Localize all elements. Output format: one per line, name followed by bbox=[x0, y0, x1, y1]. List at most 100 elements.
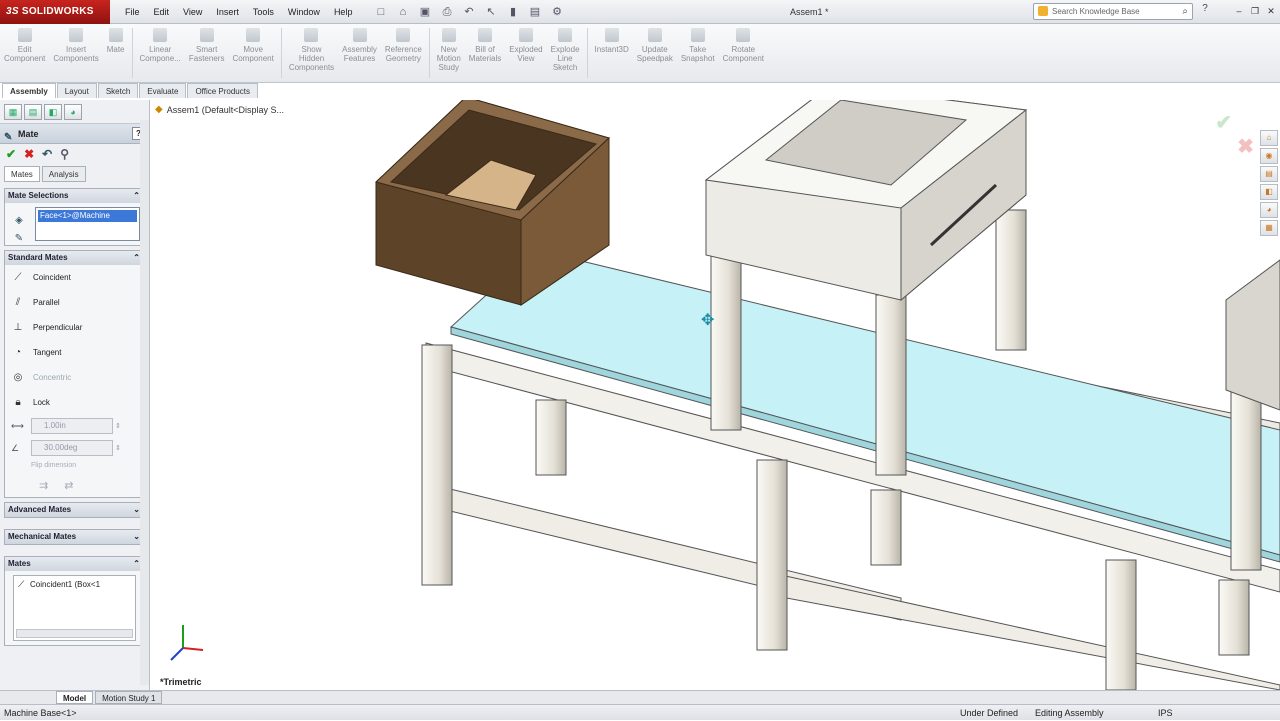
menu-file[interactable]: File bbox=[118, 0, 147, 24]
edit-appearance-icon[interactable]: ◍ bbox=[729, 100, 743, 101]
feature-manager-tab-icon[interactable]: ▦ bbox=[4, 104, 22, 120]
appearances-icon[interactable]: ◕ bbox=[1260, 202, 1278, 218]
mate-parallel[interactable]: ⫽ Parallel bbox=[5, 290, 144, 315]
previous-view-icon[interactable]: ↺ bbox=[634, 100, 648, 101]
aligned-icon[interactable]: ⇉ bbox=[39, 479, 48, 492]
mate-perpendicular[interactable]: ⊥ Perpendicular bbox=[5, 315, 144, 340]
command-rotate-component[interactable]: Rotate Component bbox=[719, 28, 768, 63]
undo-mate-icon[interactable]: ↶ bbox=[42, 147, 52, 161]
search-icon[interactable]: ⌕ bbox=[1182, 4, 1188, 19]
horizontal-scrollbar[interactable] bbox=[16, 629, 133, 638]
tab-motion-study[interactable]: Motion Study 1 bbox=[95, 691, 163, 704]
graphics-area[interactable]: ✥ ◆ Assem1 (Default<Display S... ⊕ ⊙ ↺ ◩ ◈ ◧ ◉… bbox=[151, 100, 1280, 690]
panel-scrollbar[interactable] bbox=[140, 120, 149, 685]
command-insert-components[interactable]: Insert Components bbox=[49, 28, 102, 63]
angle-input[interactable]: 30.00deg bbox=[31, 440, 113, 456]
collapse-icon[interactable]: ⌃ bbox=[133, 557, 140, 571]
tab-assembly[interactable]: Assembly bbox=[2, 83, 56, 98]
pushpin-icon[interactable]: ⚲ bbox=[60, 147, 69, 161]
command-smart-fasteners[interactable]: Smart Fasteners bbox=[185, 28, 229, 63]
mates-list[interactable]: ⟋ Coincident1 (Box<1 bbox=[13, 575, 136, 641]
view-orientation-icon[interactable]: ◈ bbox=[672, 100, 686, 101]
confirm-corner-ok-icon[interactable]: ✔ bbox=[1215, 110, 1232, 135]
tab-model[interactable]: Model bbox=[56, 691, 94, 704]
solidworks-logo[interactable]: 3S SOLIDWORKS bbox=[0, 0, 110, 24]
expand-icon[interactable]: ⌄ bbox=[133, 530, 140, 544]
command-show-hidden-components[interactable]: Show Hidden Components bbox=[285, 28, 338, 72]
tab-sketch[interactable]: Sketch bbox=[97, 83, 139, 98]
tab-mates[interactable]: Mates bbox=[4, 166, 40, 182]
collapse-icon[interactable]: ⌃ bbox=[133, 251, 140, 265]
anti-aligned-icon[interactable]: ⇄ bbox=[64, 479, 73, 492]
command-exploded-view[interactable]: Exploded View bbox=[505, 28, 546, 63]
command-bill-of-materials[interactable]: Bill of Materials bbox=[465, 28, 505, 63]
menu-insert[interactable]: Insert bbox=[209, 0, 246, 24]
list-item[interactable]: ⟋ Coincident1 (Box<1 bbox=[14, 576, 135, 589]
custom-properties-icon[interactable]: ▦ bbox=[1260, 220, 1278, 236]
zoom-to-fit-icon[interactable]: ⊕ bbox=[596, 100, 610, 101]
mate-coincident[interactable]: ⟋ Coincident bbox=[5, 265, 144, 290]
command-reference-geometry[interactable]: Reference Geometry bbox=[381, 28, 426, 63]
command-move-component[interactable]: Move Component bbox=[228, 28, 277, 63]
command-mate[interactable]: Mate bbox=[103, 28, 129, 54]
new-file-icon[interactable]: □ bbox=[372, 4, 390, 20]
menu-edit[interactable]: Edit bbox=[147, 0, 177, 24]
view-palette-icon[interactable]: ◧ bbox=[1260, 184, 1278, 200]
property-manager-tab-icon[interactable]: ▤ bbox=[24, 104, 42, 120]
tab-analysis[interactable]: Analysis bbox=[41, 166, 86, 182]
apply-scene-icon[interactable]: ◐ bbox=[748, 100, 762, 101]
command-take-snapshot[interactable]: Take Snapshot bbox=[677, 28, 719, 63]
help-icon[interactable]: ? bbox=[1198, 3, 1212, 14]
zoom-area-icon[interactable]: ⊙ bbox=[615, 100, 629, 101]
minimize-icon[interactable]: – bbox=[1232, 4, 1246, 18]
view-settings-icon[interactable]: ▭ bbox=[767, 100, 781, 101]
print-icon[interactable]: ⎙ bbox=[438, 4, 456, 20]
file-properties-icon[interactable]: ▤ bbox=[526, 4, 544, 20]
unit-system[interactable]: IPS bbox=[1158, 705, 1173, 721]
distance-input[interactable]: 1.00in bbox=[31, 418, 113, 434]
tab-evaluate[interactable]: Evaluate bbox=[139, 83, 187, 98]
hide-show-icon[interactable]: ◉ bbox=[710, 100, 724, 101]
spinner-arrows-icon[interactable]: ⇕ bbox=[115, 422, 125, 430]
command-linear-compone[interactable]: Linear Compone... bbox=[136, 28, 185, 63]
menu-tools[interactable]: Tools bbox=[246, 0, 281, 24]
tab-layout[interactable]: Layout bbox=[56, 83, 97, 98]
flip-dimension-checkbox[interactable]: Flip dimension bbox=[5, 459, 144, 473]
command-assembly-features[interactable]: Assembly Features bbox=[338, 28, 381, 63]
command-update-speedpak[interactable]: Update Speedpak bbox=[633, 28, 677, 63]
display-manager-tab-icon[interactable]: ◕ bbox=[64, 104, 82, 120]
select-icon[interactable]: ↖ bbox=[482, 4, 500, 20]
design-library-icon[interactable]: ◉ bbox=[1260, 148, 1278, 164]
search-knowledge-base[interactable]: Search Knowledge Base ⌕ bbox=[1033, 3, 1193, 20]
ok-icon[interactable]: ✔ bbox=[6, 147, 16, 161]
open-file-icon[interactable]: ⌂ bbox=[394, 4, 412, 20]
options-icon[interactable]: ⚙ bbox=[548, 4, 566, 20]
command-instant3d[interactable]: Instant3D bbox=[591, 28, 633, 54]
mate-concentric[interactable]: ◎ Concentric bbox=[5, 365, 144, 390]
save-icon[interactable]: ▣ bbox=[416, 4, 434, 20]
resources-icon[interactable]: ⌂ bbox=[1260, 130, 1278, 146]
collapse-icon[interactable]: ⌃ bbox=[133, 189, 140, 203]
spinner-arrows-icon[interactable]: ⇕ bbox=[115, 444, 125, 452]
expand-icon[interactable]: ⌄ bbox=[133, 503, 140, 517]
command-new-motion-study[interactable]: New Motion Study bbox=[433, 28, 465, 72]
restore-icon[interactable]: ❐ bbox=[1248, 4, 1262, 18]
command-explode-line-sketch[interactable]: Explode Line Sketch bbox=[547, 28, 584, 72]
feature-tree-root[interactable]: ◆ Assem1 (Default<Display S... bbox=[151, 100, 288, 119]
section-view-icon[interactable]: ◩ bbox=[653, 100, 667, 101]
undo-icon[interactable]: ↶ bbox=[460, 4, 478, 20]
assembly-3d-view[interactable]: ✥ bbox=[151, 100, 1280, 690]
menu-view[interactable]: View bbox=[176, 0, 209, 24]
display-style-icon[interactable]: ◧ bbox=[691, 100, 705, 101]
file-explorer-icon[interactable]: ▤ bbox=[1260, 166, 1278, 182]
confirm-corner-cancel-icon[interactable]: ✖ bbox=[1237, 134, 1254, 159]
mate-tangent[interactable]: ◔ Tangent bbox=[5, 340, 144, 365]
mate-lock[interactable]: 🔒︎ Lock bbox=[5, 390, 144, 415]
tab-office-products[interactable]: Office Products bbox=[187, 83, 258, 98]
command-edit-component[interactable]: Edit Component bbox=[0, 28, 49, 63]
cancel-icon[interactable]: ✖ bbox=[24, 147, 34, 161]
menu-window[interactable]: Window bbox=[281, 0, 327, 24]
selected-entity[interactable]: Face<1>@Machine bbox=[38, 210, 137, 222]
rebuild-icon[interactable]: ▮ bbox=[504, 4, 522, 20]
close-icon[interactable]: ✕ bbox=[1264, 4, 1278, 18]
